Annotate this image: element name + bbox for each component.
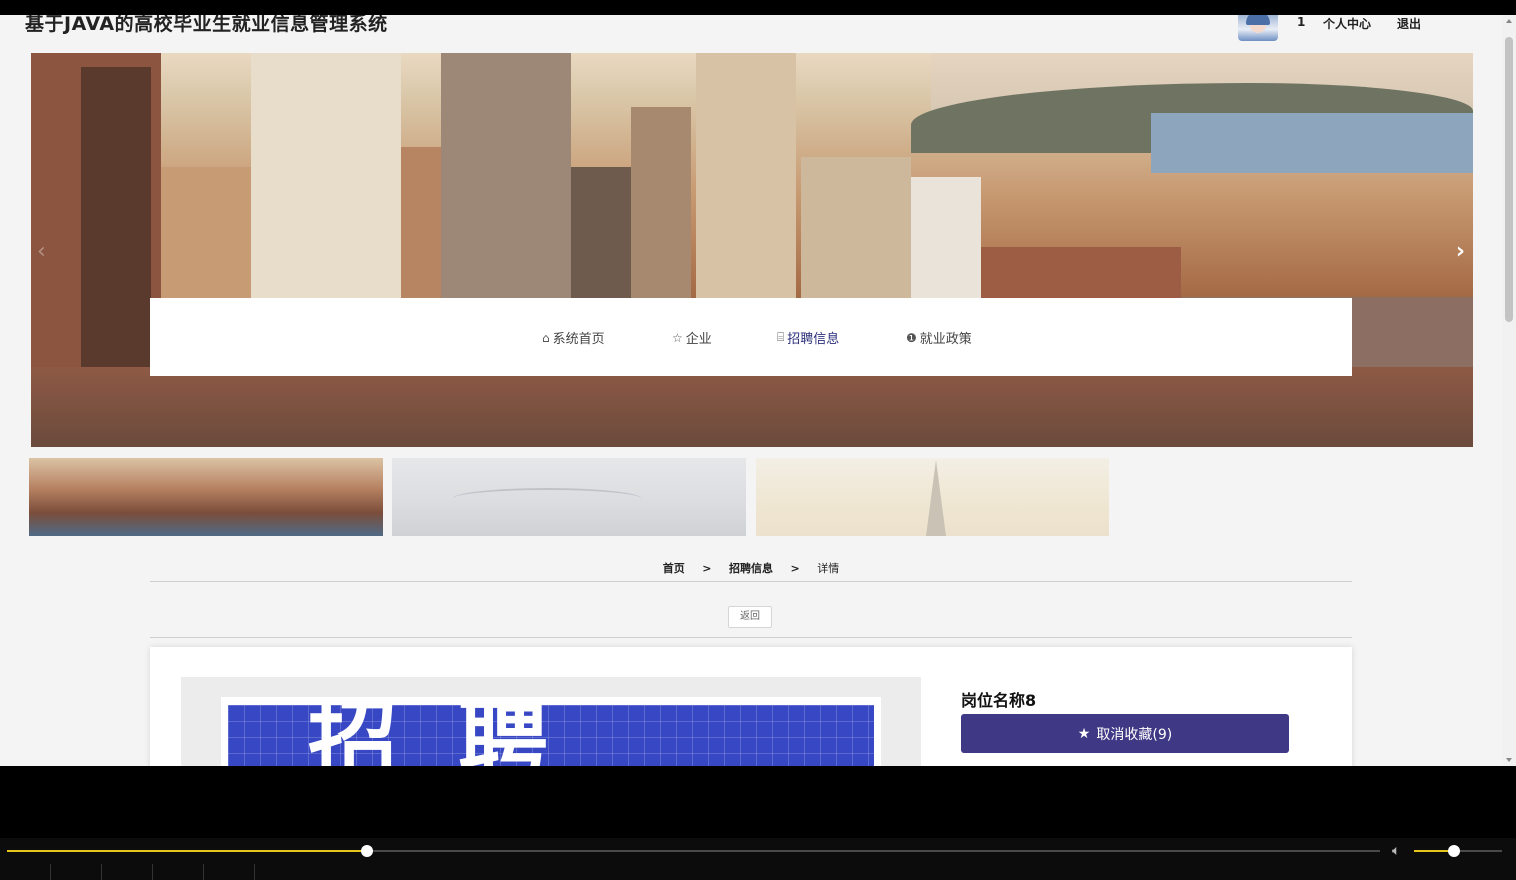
back-button[interactable]: 返回 [728, 606, 772, 628]
nav-item-label: 招聘信息 [787, 332, 840, 347]
scroll-down-icon[interactable] [1506, 758, 1512, 762]
scrollbar-thumb[interactable] [1505, 37, 1513, 322]
volume-handle[interactable] [1447, 845, 1460, 857]
job-title: 岗位名称8 [961, 691, 1037, 710]
player-tab[interactable] [153, 864, 204, 880]
user-id: 1 [1297, 15, 1306, 29]
nav-item-recruitment[interactable]: ⌸ 招聘信息 [777, 328, 839, 347]
building [31, 367, 1473, 447]
info-icon: ❶ [906, 330, 917, 345]
star-icon: ☆ [672, 330, 683, 345]
divider [150, 581, 1352, 582]
logout-link[interactable]: 退出 [1397, 15, 1421, 32]
main-nav: ⌂ 系统首页 ☆ 企业 ⌸ 招聘信息 ❶ 就业政策 [150, 298, 1352, 376]
unfavorite-label: 取消收藏(9) [1096, 726, 1173, 743]
breadcrumb-separator: > [702, 562, 712, 575]
player-tab[interactable] [204, 864, 255, 880]
banner-bay [1151, 113, 1473, 173]
nav-item-policy[interactable]: ❶ 就业政策 [906, 328, 972, 348]
browser-viewport: 基于JAVA的高校毕业生就业信息管理系统 1 个人中心 退出 ‹ › ⌂ 系统首… [0, 15, 1516, 766]
player-tab-strip [0, 864, 255, 880]
job-poster: 招聘 [221, 697, 881, 766]
poster-background: 招聘 [228, 705, 874, 766]
nav-item-label: 企业 [685, 332, 712, 347]
poster-text: 招聘 [308, 705, 608, 766]
site-title: 基于JAVA的高校毕业生就业信息管理系统 [25, 15, 388, 35]
banner-carousel[interactable]: ‹ › [31, 53, 1473, 447]
star-icon: ★ [1077, 725, 1091, 742]
home-icon: ⌂ [542, 330, 550, 345]
volume-slider[interactable] [1414, 845, 1502, 857]
page-scrollbar[interactable] [1502, 15, 1516, 766]
divider [150, 637, 1352, 638]
breadcrumb: 首页 > 招聘信息 > 详情 [0, 560, 1502, 576]
nav-item-home[interactable]: ⌂ 系统首页 [542, 328, 605, 348]
unfavorite-button[interactable]: ★ 取消收藏(9) [961, 714, 1289, 753]
top-black-bar [0, 0, 1516, 15]
thumbnail-tower[interactable] [756, 458, 1109, 536]
player-tab[interactable] [102, 864, 153, 880]
nav-item-company[interactable]: ☆ 企业 [672, 328, 712, 348]
thumbnail-city[interactable] [29, 458, 383, 536]
job-image-container: 招聘 [181, 677, 921, 766]
seek-bar-progress [7, 850, 367, 852]
player-tab[interactable] [0, 864, 51, 880]
carousel-prev-icon[interactable]: ‹ [37, 239, 46, 264]
avatar[interactable] [1238, 15, 1278, 41]
seek-bar[interactable] [7, 845, 1380, 857]
nav-item-label: 就业政策 [919, 332, 972, 347]
thumbnail-bridge[interactable] [392, 458, 746, 536]
detail-card: 招聘 岗位名称8 ★ 取消收藏(9) [150, 647, 1352, 766]
video-player-controls: 🔈︎ [0, 766, 1516, 880]
breadcrumb-current: 详情 [817, 562, 840, 575]
bag-icon: ⌸ [777, 330, 785, 344]
volume-icon[interactable]: 🔈︎ [1392, 843, 1400, 859]
breadcrumb-home[interactable]: 首页 [663, 562, 685, 575]
carousel-next-icon[interactable]: › [1456, 239, 1465, 264]
breadcrumb-separator: > [790, 562, 800, 575]
breadcrumb-section[interactable]: 招聘信息 [729, 562, 773, 575]
scroll-up-icon[interactable] [1506, 19, 1512, 23]
nav-item-label: 系统首页 [552, 332, 605, 347]
seek-bar-handle[interactable] [360, 845, 373, 857]
user-center-link[interactable]: 个人中心 [1323, 15, 1371, 32]
player-tab[interactable] [51, 864, 102, 880]
